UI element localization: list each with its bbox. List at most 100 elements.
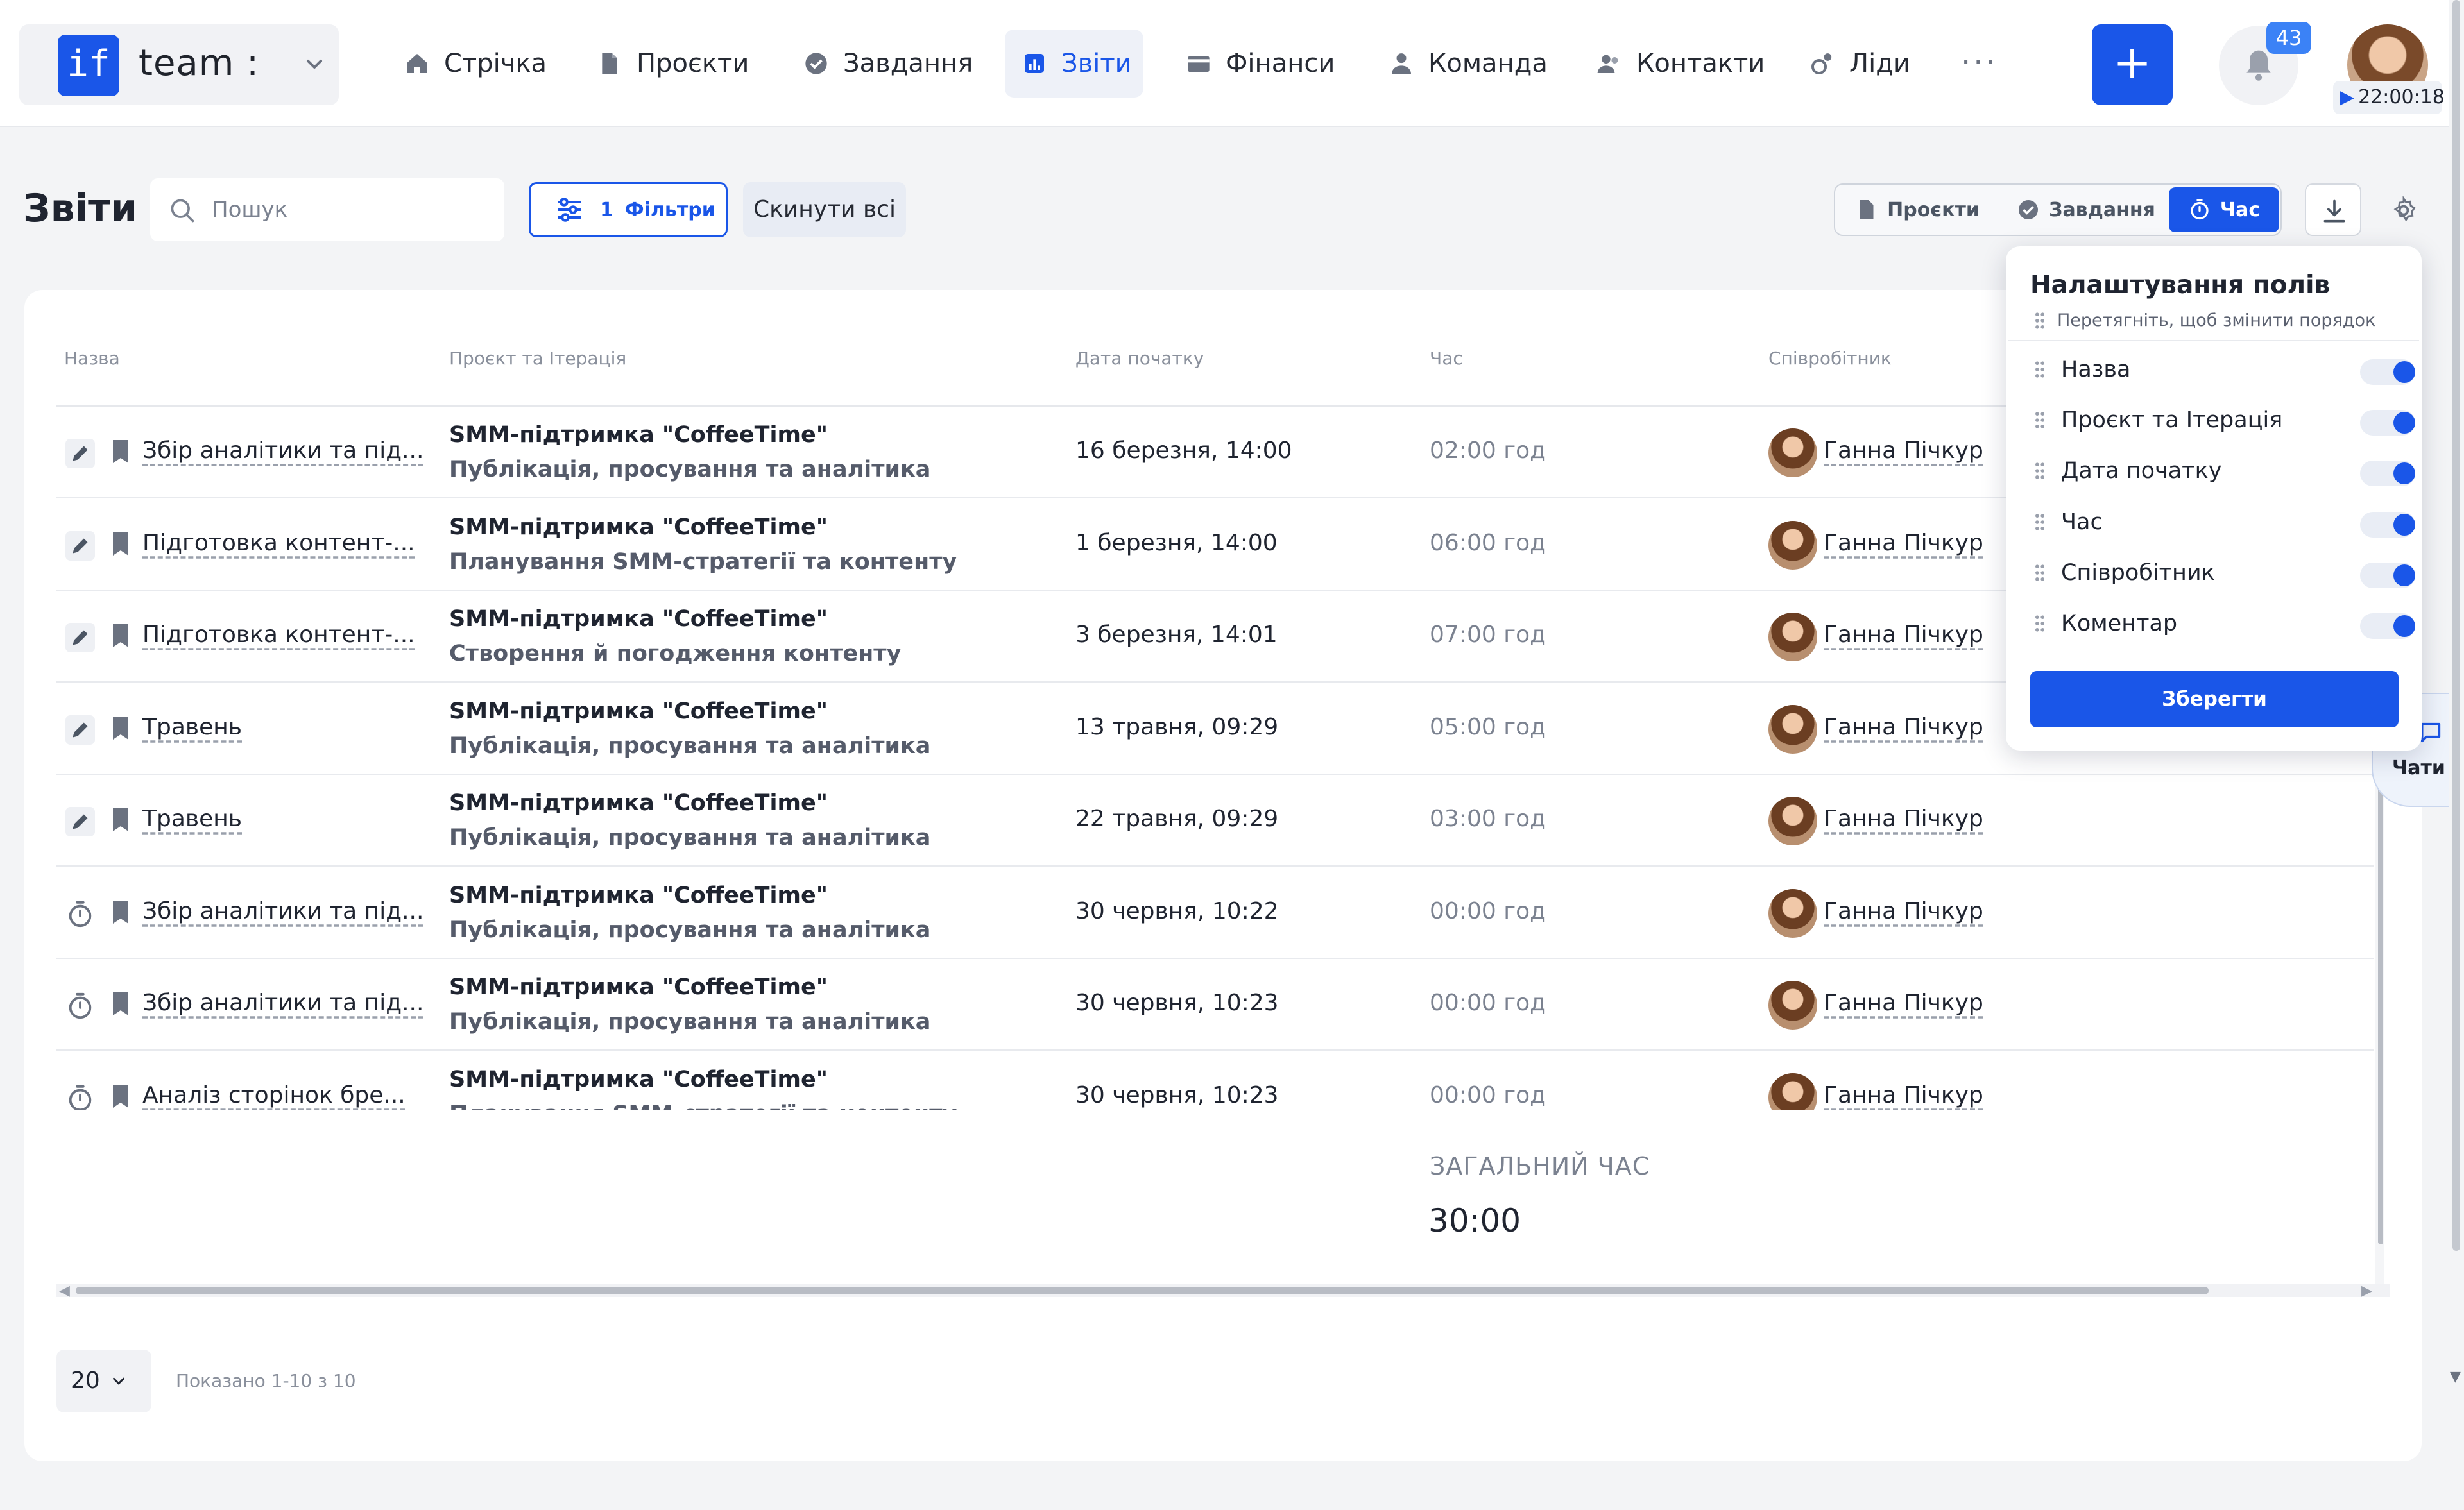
- row-name-link[interactable]: Збір аналітики та під...: [142, 898, 424, 924]
- workspace-switcher[interactable]: if team :: [19, 24, 339, 105]
- table-row[interactable]: Травень SMM-підтримка "CoffeeTime" Публіка…: [56, 775, 2374, 867]
- horizontal-scrollbar-thumb[interactable]: [76, 1287, 2209, 1294]
- table-row[interactable]: Збір аналітики та під... SMM-підтримка "C…: [56, 867, 2374, 959]
- row-name-link[interactable]: Травень: [142, 806, 242, 832]
- pagination-summary: Показано 1-10 з 10: [176, 1370, 356, 1391]
- nav-item-contacts[interactable]: Контакти: [1580, 30, 1781, 98]
- row-name-link[interactable]: Підготовка контент-...: [142, 622, 415, 648]
- bookmark-icon[interactable]: [110, 991, 131, 1017]
- scroll-left-arrow[interactable]: ◀: [59, 1283, 70, 1299]
- nav-item-leads[interactable]: Ліди: [1793, 30, 1927, 98]
- column-header-start-date[interactable]: Дата початку: [1075, 348, 1204, 369]
- search-input[interactable]: [212, 190, 494, 230]
- row-employee-link[interactable]: Ганна Пічкур: [1824, 530, 1983, 556]
- pencil-icon[interactable]: [65, 715, 95, 745]
- nav-item-finance[interactable]: Фінанси: [1169, 30, 1351, 98]
- row-start-date: 1 березня, 14:00: [1075, 529, 1278, 556]
- row-employee-link[interactable]: Ганна Пічкур: [1824, 898, 1983, 924]
- page-size-select[interactable]: 20: [56, 1350, 151, 1412]
- field-visibility-toggle[interactable]: [2360, 613, 2415, 639]
- field-setting-row[interactable]: Назва: [2034, 350, 2419, 389]
- bookmark-icon[interactable]: [110, 807, 131, 833]
- view-tab-time[interactable]: Час: [2169, 187, 2279, 232]
- row-start-date: 16 березня, 14:00: [1075, 437, 1292, 464]
- view-tab-tasks[interactable]: Завдання: [2002, 187, 2170, 232]
- page-scrollbar-thumb[interactable]: [2452, 0, 2460, 1251]
- row-employee-link[interactable]: Ганна Пічкур: [1824, 714, 1983, 740]
- nav-item-projects[interactable]: Проєкти: [580, 30, 766, 98]
- row-name-link[interactable]: Підготовка контент-...: [142, 530, 415, 556]
- row-name-link[interactable]: Аналіз сторінок бре...: [142, 1082, 406, 1108]
- bookmark-icon[interactable]: [110, 715, 131, 741]
- drag-handle-icon[interactable]: [2034, 361, 2046, 378]
- stopwatch-icon[interactable]: [65, 1083, 95, 1113]
- bookmark-icon[interactable]: [110, 623, 131, 649]
- field-setting-row[interactable]: Коментар: [2034, 604, 2419, 643]
- column-header-project[interactable]: Проєкт та Ітерація: [449, 348, 626, 369]
- column-header-name[interactable]: Назва: [64, 348, 120, 369]
- row-employee-link[interactable]: Ганна Пічкур: [1824, 806, 1983, 832]
- employee-avatar: [1768, 797, 1817, 845]
- employee-avatar: [1768, 981, 1817, 1030]
- bookmark-icon[interactable]: [110, 531, 131, 557]
- row-employee-link[interactable]: Ганна Пічкур: [1824, 1082, 1983, 1108]
- scroll-down-arrow[interactable]: ▼: [2450, 1369, 2461, 1385]
- field-visibility-toggle[interactable]: [2360, 410, 2415, 436]
- search-box[interactable]: [150, 178, 504, 241]
- gear-icon: [2393, 196, 2416, 222]
- bookmark-icon[interactable]: [110, 899, 131, 925]
- running-timer[interactable]: ▶ 22:00:18: [2333, 81, 2445, 114]
- download-button[interactable]: [2305, 183, 2361, 236]
- field-setting-row[interactable]: Співробітник: [2034, 554, 2419, 592]
- field-visibility-toggle[interactable]: [2360, 359, 2415, 385]
- stopwatch-icon[interactable]: [65, 899, 95, 929]
- row-name-link[interactable]: Збір аналітики та під...: [142, 990, 424, 1016]
- table-row[interactable]: Збір аналітики та під... SMM-підтримка "C…: [56, 959, 2374, 1051]
- drag-handle-icon[interactable]: [2034, 564, 2046, 582]
- nav-item-label: Проєкти: [637, 49, 749, 78]
- field-visibility-toggle[interactable]: [2360, 562, 2415, 588]
- field-visibility-toggle[interactable]: [2360, 511, 2415, 538]
- column-header-time[interactable]: Час: [1430, 348, 1463, 369]
- pencil-icon[interactable]: [65, 623, 95, 652]
- nav-item-feed[interactable]: Стрічка: [388, 30, 563, 98]
- column-header-employee[interactable]: Співробітник: [1768, 348, 1892, 369]
- nav-more-button[interactable]: ···: [1961, 45, 1998, 81]
- pencil-icon[interactable]: [65, 807, 95, 836]
- nav-item-team[interactable]: Команда: [1372, 30, 1564, 98]
- scroll-right-arrow[interactable]: ▶: [2361, 1283, 2372, 1299]
- drag-handle-icon[interactable]: [2034, 411, 2046, 429]
- nav-item-reports[interactable]: Звіти: [1005, 30, 1143, 98]
- search-icon: [171, 199, 194, 223]
- add-button[interactable]: +: [2092, 24, 2173, 105]
- stopwatch-icon[interactable]: [65, 991, 95, 1021]
- row-start-date: 30 червня, 10:23: [1075, 1082, 1279, 1108]
- row-employee-link[interactable]: Ганна Пічкур: [1824, 437, 1983, 464]
- chevron-down-icon: [113, 1377, 124, 1385]
- columns-settings-button[interactable]: [2375, 183, 2432, 236]
- field-setting-row[interactable]: Час: [2034, 503, 2419, 541]
- bookmark-icon[interactable]: [110, 439, 131, 464]
- field-setting-row[interactable]: Проєкт та Ітерація: [2034, 401, 2419, 439]
- drag-handle-icon[interactable]: [2034, 513, 2046, 531]
- pencil-icon[interactable]: [65, 439, 95, 468]
- filters-button[interactable]: 1 Фільтри: [529, 182, 728, 237]
- row-employee-link[interactable]: Ганна Пічкур: [1824, 990, 1983, 1016]
- table-row[interactable]: Аналіз сторінок бре... SMM-підтримка "Cof…: [56, 1051, 2374, 1116]
- field-visibility-toggle[interactable]: [2360, 461, 2415, 487]
- nav-item-tasks[interactable]: Завдання: [787, 30, 989, 98]
- chats-label[interactable]: Чати: [2392, 757, 2445, 779]
- row-employee-link[interactable]: Ганна Пічкур: [1824, 622, 1983, 648]
- row-name-link[interactable]: Травень: [142, 714, 242, 740]
- row-name-link[interactable]: Збір аналітики та під...: [142, 437, 424, 464]
- view-tab-projects[interactable]: Проєкти: [1840, 187, 1994, 232]
- pencil-icon[interactable]: [65, 530, 95, 561]
- field-setting-row[interactable]: Дата початку: [2034, 452, 2419, 490]
- save-fields-button[interactable]: Зберегти: [2030, 671, 2399, 727]
- contacts-icon: [1597, 55, 1618, 73]
- reset-filters-button[interactable]: Скинути всі: [743, 182, 906, 237]
- bookmark-icon[interactable]: [110, 1083, 131, 1109]
- drag-handle-icon[interactable]: [2034, 615, 2046, 632]
- drag-handle-icon[interactable]: [2034, 462, 2046, 480]
- view-switcher: Проєкти Завдання Час: [1834, 183, 2282, 236]
